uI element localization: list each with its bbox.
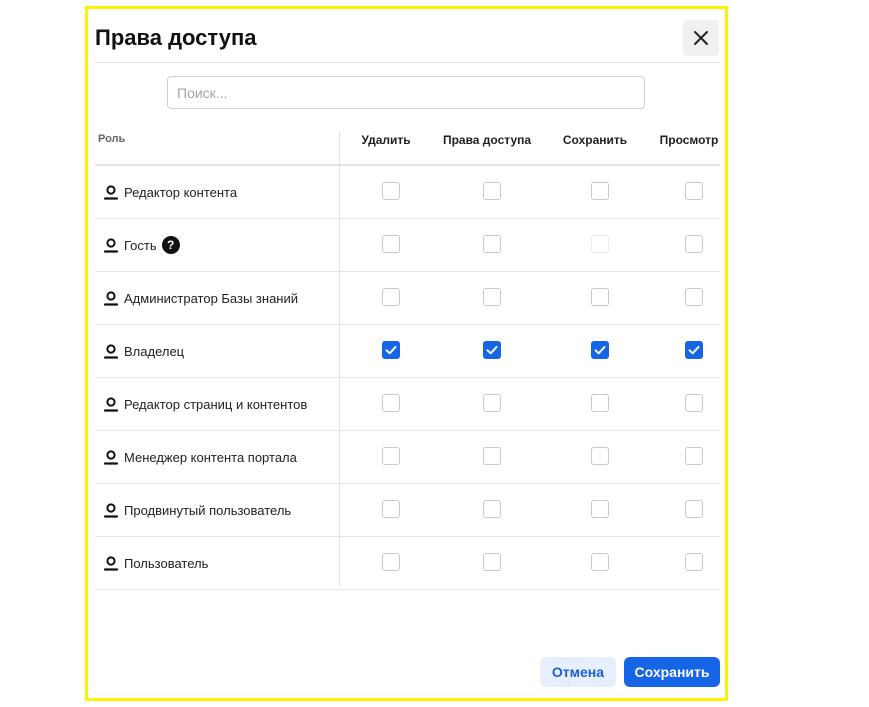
user-icon [103, 397, 119, 412]
role-cell: Пользователь [103, 537, 208, 589]
search-input[interactable] [167, 76, 645, 109]
check-icon [594, 346, 606, 355]
user-icon [103, 344, 119, 359]
role-name: Администратор Базы знаний [124, 290, 299, 306]
permission-checkbox[interactable] [382, 288, 400, 306]
permission-checkbox[interactable] [685, 553, 703, 571]
table-row: Редактор контента [95, 166, 720, 219]
user-icon [103, 291, 119, 306]
permission-checkbox[interactable] [483, 394, 501, 412]
permission-checkbox[interactable] [382, 500, 400, 518]
permission-checkbox[interactable] [685, 235, 703, 253]
permission-checkbox[interactable] [591, 288, 609, 306]
permission-checkbox[interactable] [591, 553, 609, 571]
role-name: Владелец [124, 343, 185, 359]
column-header-view: Просмотр [659, 133, 719, 147]
title-divider [95, 62, 720, 63]
permission-checkbox[interactable] [382, 341, 400, 359]
role-name: Пользователь [124, 555, 209, 571]
column-header-delete: Удалить [361, 133, 411, 147]
permission-checkbox[interactable] [685, 182, 703, 200]
permission-checkbox[interactable] [591, 341, 609, 359]
user-icon [103, 238, 119, 253]
role-cell: Редактор контента [103, 166, 237, 218]
cancel-button[interactable]: Отмена [540, 657, 616, 687]
permission-checkbox[interactable] [382, 235, 400, 253]
role-name: Гость [124, 237, 157, 253]
permission-checkbox[interactable] [685, 288, 703, 306]
dialog-title: Права доступа [95, 25, 257, 50]
column-header-access: Права доступа [442, 133, 532, 147]
user-icon [103, 185, 119, 200]
permission-checkbox[interactable] [591, 500, 609, 518]
help-icon[interactable]: ? [161, 236, 180, 254]
permission-checkbox[interactable] [382, 182, 400, 200]
role-name: Менеджер контента портала [124, 449, 297, 465]
table-row: Продвинутый пользователь [95, 484, 720, 537]
table-row: Менеджер контента портала [95, 431, 720, 484]
role-cell: Продвинутый пользователь [103, 484, 291, 536]
table-row: Редактор страниц и контентов [95, 378, 720, 431]
role-cell: Администратор Базы знаний [103, 272, 298, 324]
close-icon [694, 31, 708, 45]
column-header-save: Сохранить [562, 133, 628, 147]
permission-checkbox[interactable] [685, 447, 703, 465]
permission-checkbox[interactable] [685, 500, 703, 518]
save-button[interactable]: Сохранить [624, 657, 720, 687]
permission-checkbox[interactable] [382, 447, 400, 465]
close-button[interactable] [683, 20, 719, 56]
check-icon [385, 346, 397, 355]
permission-checkbox[interactable] [591, 394, 609, 412]
user-icon [103, 556, 119, 571]
table-row: Гость? [95, 219, 720, 272]
role-cell: Владелец [103, 325, 184, 377]
table-row: Пользователь [95, 537, 720, 590]
permission-checkbox[interactable] [591, 447, 609, 465]
table-row: Владелец [95, 325, 720, 378]
permission-checkbox[interactable] [483, 182, 501, 200]
column-header-role: Роль [98, 133, 126, 145]
permission-checkbox[interactable] [685, 341, 703, 359]
permission-checkbox[interactable] [591, 182, 609, 200]
role-cell: Гость? [103, 219, 180, 271]
table-row: Администратор Базы знаний [95, 272, 720, 325]
permission-checkbox[interactable] [483, 447, 501, 465]
permission-checkbox[interactable] [685, 394, 703, 412]
permission-checkbox[interactable] [483, 341, 501, 359]
check-icon [486, 346, 498, 355]
permission-checkbox[interactable] [483, 500, 501, 518]
role-name: Продвинутый пользователь [124, 502, 292, 518]
role-cell: Менеджер контента портала [103, 431, 297, 483]
check-icon [688, 346, 700, 355]
permission-checkbox[interactable] [483, 288, 501, 306]
role-cell: Редактор страниц и контентов [103, 378, 307, 430]
permissions-dialog: Права доступа Роль Удалить Права доступа… [85, 6, 728, 701]
role-name: Редактор страниц и контентов [124, 396, 308, 412]
permission-checkbox [591, 235, 609, 253]
role-name: Редактор контента [124, 184, 238, 200]
user-icon [103, 450, 119, 465]
user-icon [103, 503, 119, 518]
permission-checkbox[interactable] [382, 394, 400, 412]
permission-checkbox[interactable] [382, 553, 400, 571]
permission-checkbox[interactable] [483, 553, 501, 571]
permission-checkbox[interactable] [483, 235, 501, 253]
